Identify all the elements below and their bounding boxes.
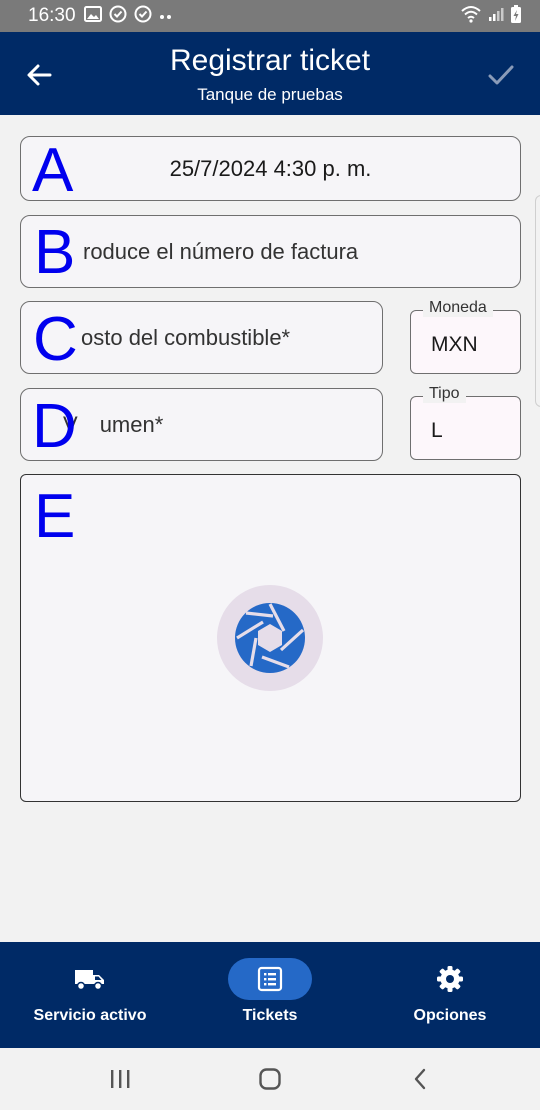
image-icon (83, 5, 102, 27)
invoice-number-field[interactable]: roduce el número de factura (20, 215, 521, 288)
app-bar: Registrar ticket Tanque de pruebas (0, 32, 540, 115)
home-icon[interactable] (255, 1066, 285, 1092)
fuel-cost-field[interactable]: osto del combustible* (20, 301, 383, 374)
nav-label-opciones: Opciones (413, 1007, 487, 1024)
page-subtitle: Tanque de pruebas (197, 85, 343, 104)
unit-label: Tipo (423, 385, 466, 403)
camera-button[interactable] (217, 585, 323, 691)
check-circle-icon (109, 5, 127, 28)
nav-item-opciones[interactable]: Opciones (360, 942, 540, 1048)
check-circle-icon (134, 5, 152, 28)
camera-aperture-icon (235, 603, 305, 673)
currency-label: Moneda (423, 299, 493, 317)
currency-select[interactable]: Moneda MXN (410, 299, 521, 374)
bottom-navigation: Servicio activo Tickets Opciones (0, 942, 540, 1048)
volume-placeholder-start: V (63, 411, 78, 437)
system-navigation-bar (0, 1048, 540, 1110)
confirm-check-icon[interactable] (486, 60, 516, 90)
volume-placeholder-end: umen* (99, 411, 164, 437)
status-bar: 16:30 (0, 0, 540, 32)
edge-panel-handle[interactable] (535, 195, 540, 407)
unit-value: L (431, 419, 443, 442)
nav-label-tickets: Tickets (242, 1007, 298, 1024)
more-dots-icon (159, 7, 173, 25)
date-field[interactable]: 25/7/2024 4:30 p. m. (20, 136, 521, 201)
battery-charging-icon (510, 4, 522, 29)
gear-icon (408, 958, 492, 1000)
nav-label-servicio-activo: Servicio activo (33, 1007, 147, 1024)
page-title: Registrar ticket (169, 44, 371, 77)
back-nav-icon[interactable] (406, 1066, 436, 1092)
fuel-cost-placeholder: osto del combustible* (81, 324, 291, 350)
wifi-icon (460, 5, 482, 28)
status-time: 16:30 (28, 5, 76, 26)
nav-item-tickets[interactable]: Tickets (180, 942, 360, 1048)
volume-field[interactable]: V umen* (20, 388, 383, 461)
recent-apps-icon[interactable] (105, 1066, 135, 1092)
date-value: 25/7/2024 4:30 p. m. (169, 155, 372, 181)
currency-value: MXN (431, 333, 478, 356)
signal-icon (488, 6, 504, 27)
invoice-placeholder: roduce el número de factura (83, 238, 359, 264)
unit-select[interactable]: Tipo L (410, 385, 521, 460)
photo-capture-area[interactable] (20, 474, 521, 802)
truck-icon (48, 958, 132, 1000)
list-icon (228, 958, 312, 1000)
nav-item-servicio-activo[interactable]: Servicio activo (0, 942, 180, 1048)
